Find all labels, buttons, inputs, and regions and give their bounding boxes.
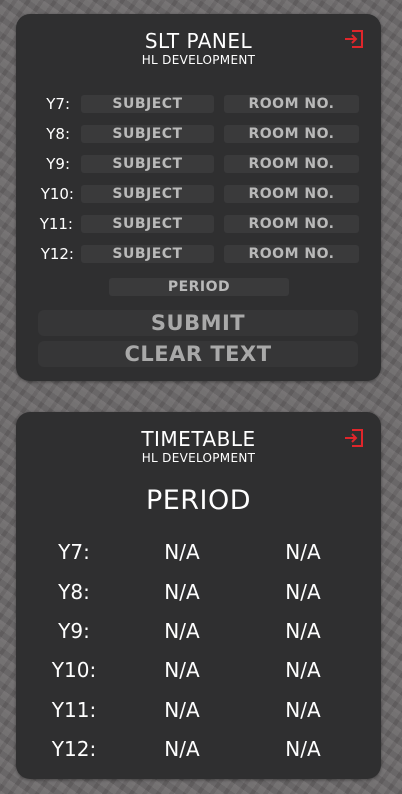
room-value: N/A — [285, 580, 321, 604]
room-input[interactable]: ROOM NO. — [224, 155, 359, 173]
row-label: Y7: — [46, 95, 70, 113]
row-label: Y11: — [51, 698, 97, 722]
subject-input[interactable]: SUBJECT — [81, 155, 214, 173]
subject-value: N/A — [164, 540, 200, 564]
row-label: Y10: — [51, 658, 97, 682]
row-label: Y10: — [40, 185, 74, 203]
slt-row-y7: Y7: SUBJECT ROOM NO. — [16, 95, 381, 115]
period-heading: PERIOD — [145, 485, 252, 516]
timetable-row-y11: Y11: N/A N/A — [16, 698, 381, 724]
row-label: Y7: — [58, 540, 90, 564]
slt-row-y12: Y12: SUBJECT ROOM NO. — [16, 245, 381, 265]
room-input[interactable]: ROOM NO. — [224, 125, 359, 143]
timetable-subtitle: HL DEVELOPMENT — [141, 451, 256, 465]
room-value: N/A — [285, 658, 321, 682]
submit-button[interactable]: SUBMIT — [38, 310, 358, 336]
room-input[interactable]: ROOM NO. — [224, 185, 359, 203]
timetable-row-y8: Y8: N/A N/A — [16, 580, 381, 606]
room-value: N/A — [285, 619, 321, 643]
subject-value: N/A — [164, 619, 200, 643]
room-value: N/A — [285, 540, 321, 564]
timetable-row-y7: Y7: N/A N/A — [16, 540, 381, 566]
slt-row-y9: Y9: SUBJECT ROOM NO. — [16, 155, 381, 175]
slt-row-y10: Y10: SUBJECT ROOM NO. — [16, 185, 381, 205]
timetable-row-y12: Y12: N/A N/A — [16, 737, 381, 763]
subject-input[interactable]: SUBJECT — [81, 185, 214, 203]
slt-panel-title: SLT PANEL — [144, 29, 253, 53]
timetable-panel: TIMETABLE HL DEVELOPMENT PERIOD Y7: N/A … — [16, 412, 381, 779]
room-input[interactable]: ROOM NO. — [224, 245, 359, 263]
timetable-row-y10: Y10: N/A N/A — [16, 658, 381, 684]
exit-icon[interactable] — [343, 427, 365, 449]
row-label: Y9: — [46, 155, 70, 173]
slt-row-y8: Y8: SUBJECT ROOM NO. — [16, 125, 381, 145]
timetable-row-y9: Y9: N/A N/A — [16, 619, 381, 645]
subject-value: N/A — [164, 658, 200, 682]
subject-input[interactable]: SUBJECT — [81, 125, 214, 143]
slt-panel-subtitle: HL DEVELOPMENT — [141, 53, 256, 67]
room-input[interactable]: ROOM NO. — [224, 95, 359, 113]
exit-icon[interactable] — [343, 28, 365, 50]
slt-panel: SLT PANEL HL DEVELOPMENT Y7: SUBJECT ROO… — [16, 14, 381, 381]
room-input[interactable]: ROOM NO. — [224, 215, 359, 233]
period-input[interactable]: PERIOD — [109, 278, 289, 296]
room-value: N/A — [285, 698, 321, 722]
subject-value: N/A — [164, 698, 200, 722]
slt-row-y11: Y11: SUBJECT ROOM NO. — [16, 215, 381, 235]
row-label: Y8: — [46, 125, 70, 143]
subject-value: N/A — [164, 737, 200, 761]
row-label: Y8: — [58, 580, 90, 604]
row-label: Y12: — [51, 737, 97, 761]
row-label: Y9: — [58, 619, 90, 643]
row-label: Y11: — [39, 215, 73, 233]
room-value: N/A — [285, 737, 321, 761]
subject-input[interactable]: SUBJECT — [81, 245, 214, 263]
subject-value: N/A — [164, 580, 200, 604]
subject-input[interactable]: SUBJECT — [81, 95, 214, 113]
timetable-title: TIMETABLE — [141, 427, 256, 451]
clear-text-button[interactable]: CLEAR TEXT — [38, 341, 358, 367]
subject-input[interactable]: SUBJECT — [81, 215, 214, 233]
row-label: Y12: — [40, 245, 74, 263]
